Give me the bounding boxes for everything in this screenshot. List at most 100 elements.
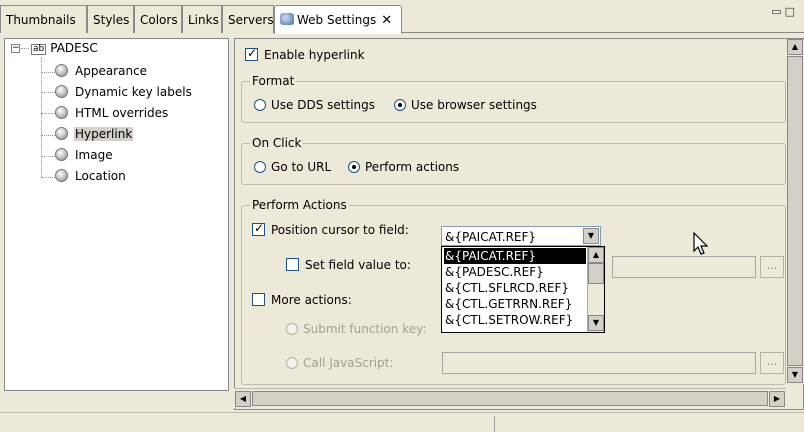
dropdown-option[interactable]: &{PAICAT.REF} xyxy=(444,248,586,264)
chevron-down-icon[interactable]: ▼ xyxy=(583,228,599,244)
tree-item-html-overrides[interactable]: HTML overrides xyxy=(55,106,169,120)
checkbox-checked-icon xyxy=(252,221,265,236)
radio-selected-icon xyxy=(348,161,360,173)
settings-horizontal-scrollbar[interactable]: ◀ ▶ xyxy=(234,388,786,408)
tab-styles[interactable]: Styles xyxy=(87,5,134,33)
call-javascript-input[interactable] xyxy=(442,352,756,374)
tab-web-settings[interactable]: Web Settings ✕ xyxy=(274,5,402,34)
scroll-left-icon[interactable]: ◀ xyxy=(235,391,251,407)
tree-panel: − ab PADESC Appearance Dynamic key labels… xyxy=(4,38,229,391)
set-field-value-checkbox[interactable]: Set field value to: xyxy=(286,258,411,272)
format-group: Format Use DDS settings Use browser sett… xyxy=(241,74,786,123)
circle-icon xyxy=(55,148,68,161)
close-icon[interactable]: ✕ xyxy=(381,13,392,28)
radio-label: Use DDS settings xyxy=(271,98,375,112)
group-legend: On Click xyxy=(250,136,304,150)
group-legend: Format xyxy=(250,74,297,88)
set-field-value-input[interactable] xyxy=(612,256,756,278)
circle-icon xyxy=(55,64,68,77)
position-cursor-field-select[interactable]: &{PAICAT.REF} ▼ xyxy=(441,226,601,246)
status-separator xyxy=(494,416,495,432)
mouse-cursor-icon xyxy=(693,232,709,255)
radio-label: Go to URL xyxy=(271,160,332,174)
tree-item-image[interactable]: Image xyxy=(55,148,114,162)
call-javascript-radio[interactable]: Call JavaScript: xyxy=(286,356,393,370)
tree-node-label: Image xyxy=(75,148,113,162)
tab-thumbnails[interactable]: Thumbnails xyxy=(0,5,87,33)
radio-label: Submit function key: xyxy=(303,322,427,336)
scroll-thumb[interactable] xyxy=(588,263,604,284)
dropdown-option[interactable]: &{CTL.GETRRN.REF} xyxy=(444,296,586,312)
tab-servers[interactable]: Servers xyxy=(222,5,274,33)
scroll-right-icon[interactable]: ▶ xyxy=(769,391,785,407)
select-value: &{PAICAT.REF} xyxy=(445,230,537,244)
tab-label: Styles xyxy=(93,13,130,27)
tree-node-label: Dynamic key labels xyxy=(75,85,192,99)
more-actions-checkbox[interactable]: More actions: xyxy=(252,293,352,307)
tab-links[interactable]: Links xyxy=(182,5,222,33)
checkbox-icon xyxy=(286,258,299,271)
scroll-down-icon[interactable]: ▼ xyxy=(588,315,604,331)
dropdown-option[interactable]: &{PADESC.REF} xyxy=(444,264,586,280)
scroll-thumb[interactable] xyxy=(252,391,768,406)
tree-item-dynamic-key-labels[interactable]: Dynamic key labels xyxy=(55,85,193,99)
radio-label: Call JavaScript: xyxy=(303,356,394,370)
tree-item-location[interactable]: Location xyxy=(55,169,127,183)
radio-icon xyxy=(286,357,298,369)
tree-node-label: Hyperlink xyxy=(74,127,134,141)
window-controls: ▭□ xyxy=(771,5,798,18)
tree-node-label: Appearance xyxy=(75,64,148,78)
use-dds-settings-radio[interactable]: Use DDS settings xyxy=(254,98,375,112)
circle-icon xyxy=(55,169,68,182)
tree-node-label: Location xyxy=(75,169,126,183)
tree-item-hyperlink[interactable]: Hyperlink xyxy=(55,127,134,141)
field-type-icon: ab xyxy=(31,44,47,55)
settings-vertical-scrollbar[interactable]: ▲ ▼ xyxy=(787,39,804,384)
group-legend: Perform Actions xyxy=(250,198,349,212)
dropdown-scrollbar[interactable]: ▲ ▼ xyxy=(587,247,604,332)
tab-label: Servers xyxy=(228,13,274,27)
scroll-down-icon[interactable]: ▼ xyxy=(787,367,803,383)
dropdown-option[interactable]: &{CTL.SETROW.REF} xyxy=(444,312,586,328)
checkbox-checked-icon xyxy=(245,46,258,61)
minimize-icon[interactable]: ▭ xyxy=(771,5,784,18)
checkbox-label: Enable hyperlink xyxy=(264,48,365,62)
tree-item-appearance[interactable]: Appearance xyxy=(55,64,148,78)
collapse-icon[interactable]: − xyxy=(11,44,20,53)
tree-root-padesc[interactable]: ab PADESC xyxy=(31,41,99,55)
scroll-up-icon[interactable]: ▲ xyxy=(787,39,803,55)
scroll-thumb[interactable] xyxy=(787,56,803,366)
maximize-icon[interactable]: □ xyxy=(785,5,798,18)
tree-node-label: HTML overrides xyxy=(75,106,169,120)
submit-function-key-radio[interactable]: Submit function key: xyxy=(286,322,426,336)
tab-colors[interactable]: Colors xyxy=(134,5,182,33)
call-javascript-browse-button[interactable]: ... xyxy=(760,352,784,374)
radio-label: Perform actions xyxy=(365,160,460,174)
radio-icon xyxy=(254,99,266,111)
radio-selected-icon xyxy=(394,99,406,111)
on-click-group: On Click Go to URL Perform actions xyxy=(241,136,786,185)
checkbox-label: More actions: xyxy=(271,293,352,307)
tab-label: Colors xyxy=(140,13,178,27)
perform-actions-radio[interactable]: Perform actions xyxy=(348,160,459,174)
field-dropdown-list: &{PAICAT.REF} &{PADESC.REF} &{CTL.SFLRCD… xyxy=(441,246,605,333)
radio-icon xyxy=(286,323,298,335)
enable-hyperlink-checkbox[interactable]: Enable hyperlink xyxy=(245,46,365,62)
web-settings-icon xyxy=(280,13,294,25)
check-circle-icon xyxy=(55,127,68,140)
scroll-up-icon[interactable]: ▲ xyxy=(588,247,604,263)
checkbox-icon xyxy=(252,293,265,306)
settings-panel: Enable hyperlink Format Use DDS settings… xyxy=(234,38,804,410)
position-cursor-checkbox[interactable]: Position cursor to field: xyxy=(252,221,409,237)
go-to-url-radio[interactable]: Go to URL xyxy=(254,160,331,174)
editor-tab-bar: Thumbnails Styles Colors Links Servers W… xyxy=(0,0,804,34)
tab-label: Links xyxy=(188,13,219,27)
tab-label: Web Settings xyxy=(297,13,377,27)
use-browser-settings-radio[interactable]: Use browser settings xyxy=(394,98,537,112)
tree-node-label: PADESC xyxy=(50,41,98,55)
radio-label: Use browser settings xyxy=(411,98,537,112)
checkbox-label: Set field value to: xyxy=(305,258,411,272)
tab-label: Thumbnails xyxy=(6,13,76,27)
set-field-value-browse-button[interactable]: ... xyxy=(760,256,784,278)
dropdown-option[interactable]: &{CTL.SFLRCD.REF} xyxy=(444,280,586,296)
